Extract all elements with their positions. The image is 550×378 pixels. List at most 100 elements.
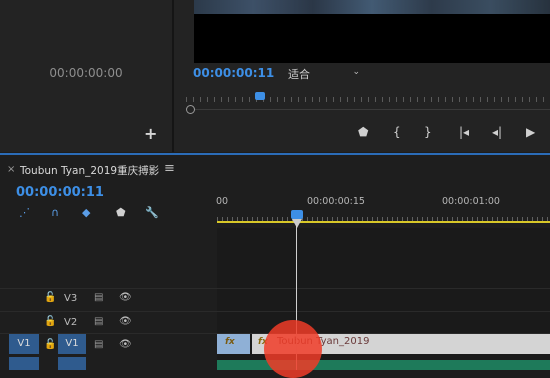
ruler-tick xyxy=(543,97,544,102)
program-playhead[interactable] xyxy=(255,92,265,100)
mark-out-icon[interactable]: } xyxy=(424,125,432,139)
ruler-tick xyxy=(186,97,187,102)
program-video-frame xyxy=(194,0,550,63)
track-name-a1[interactable] xyxy=(58,357,86,370)
wrench-icon[interactable]: 🔧 xyxy=(145,206,159,219)
lock-icon[interactable]: 🔓 xyxy=(44,316,56,327)
ruler-tick xyxy=(249,97,250,102)
ruler-tick xyxy=(473,97,474,102)
play-icon[interactable]: ▶ xyxy=(526,125,535,139)
ruler-tick xyxy=(361,97,362,102)
track-separator xyxy=(0,311,550,312)
eye-icon[interactable]: 👁 xyxy=(119,292,132,303)
ruler-tick xyxy=(410,97,411,102)
ruler-tick xyxy=(452,97,453,102)
ruler-tick xyxy=(424,97,425,102)
ruler-label: 00:00:01:00 xyxy=(442,196,500,207)
ruler-tick xyxy=(431,97,432,102)
ruler-tick xyxy=(207,97,208,102)
work-area-bar[interactable] xyxy=(217,221,550,223)
track-name-v3: V3 xyxy=(64,293,78,304)
sequence-tab-title[interactable]: Toubun Tyan_2019重庆搏影 xyxy=(20,163,159,178)
lock-icon[interactable]: 🔓 xyxy=(44,292,56,303)
ruler-tick xyxy=(242,97,243,102)
eye-icon[interactable]: 👁 xyxy=(119,316,132,327)
ruler-tick xyxy=(193,97,194,102)
sync-lock-icon[interactable]: ▤ xyxy=(94,339,103,350)
zoom-scrollbar[interactable] xyxy=(195,109,550,110)
ruler-tick xyxy=(326,97,327,102)
add-marker-icon[interactable]: ◆ xyxy=(82,206,90,219)
sync-lock-icon[interactable]: ▤ xyxy=(94,316,103,327)
ruler-tick xyxy=(347,97,348,102)
step-back-icon[interactable]: ◂| xyxy=(492,125,502,139)
fit-dropdown[interactable]: 适合 ⌄ xyxy=(288,66,362,82)
ruler-tick xyxy=(235,97,236,102)
panel-menu-icon[interactable]: ≡ xyxy=(164,161,175,176)
mark-in-icon[interactable]: { xyxy=(393,125,401,139)
ruler-tick xyxy=(529,97,530,102)
ruler-tick xyxy=(340,97,341,102)
ruler-tick xyxy=(354,97,355,102)
ruler-tick xyxy=(312,97,313,102)
close-icon[interactable]: × xyxy=(7,164,15,175)
ruler-tick xyxy=(459,97,460,102)
chevron-down-icon: ⌄ xyxy=(352,67,360,77)
source-patch-v1[interactable]: V1 xyxy=(9,334,39,354)
ruler-tick xyxy=(284,97,285,102)
source-patch-a1[interactable] xyxy=(9,357,39,370)
ruler-tick xyxy=(522,97,523,102)
ruler-tick xyxy=(396,97,397,102)
video-image-strip xyxy=(194,0,550,14)
snap-icon[interactable]: ⋰ xyxy=(19,206,30,219)
playhead-pointer xyxy=(292,219,302,228)
click-highlight xyxy=(264,320,322,378)
ruler-tick xyxy=(487,97,488,102)
ruler-tick xyxy=(214,97,215,102)
ruler-tick xyxy=(298,97,299,102)
zoom-handle[interactable] xyxy=(186,105,195,114)
timeline-timecode[interactable]: 00:00:00:11 xyxy=(16,185,104,200)
ruler-tick xyxy=(270,97,271,102)
track-name-v2: V2 xyxy=(64,317,78,328)
ruler-tick xyxy=(319,97,320,102)
ruler-tick xyxy=(389,97,390,102)
program-time-ruler[interactable] xyxy=(186,95,550,103)
ruler-tick xyxy=(417,97,418,102)
ruler-tick xyxy=(501,97,502,102)
ruler-tick xyxy=(305,97,306,102)
source-timecode: 00:00:00:00 xyxy=(49,66,123,80)
ruler-tick xyxy=(403,97,404,102)
ruler-tick xyxy=(494,97,495,102)
ruler-tick xyxy=(438,97,439,102)
ruler-tick xyxy=(445,97,446,102)
fit-dropdown-label: 适合 xyxy=(288,68,310,81)
add-button[interactable]: + xyxy=(144,124,157,143)
eye-icon[interactable]: 👁 xyxy=(119,339,132,350)
marker-icon[interactable]: ⬟ xyxy=(358,125,368,139)
ruler-tick xyxy=(277,97,278,102)
ruler-tick xyxy=(368,97,369,102)
sync-lock-icon[interactable]: ▤ xyxy=(94,292,103,303)
ruler-label: 00:00:00:15 xyxy=(307,196,365,207)
track-separator xyxy=(0,288,550,289)
ruler-tick xyxy=(291,97,292,102)
ruler-tick xyxy=(200,97,201,102)
program-timecode[interactable]: 00:00:00:11 xyxy=(193,66,274,80)
ruler-tick xyxy=(228,97,229,102)
lock-icon[interactable]: 🔓 xyxy=(44,339,56,350)
linked-selection-icon[interactable]: ∩ xyxy=(51,206,59,219)
ruler-tick xyxy=(466,97,467,102)
track-name-v1[interactable]: V1 xyxy=(58,334,86,354)
marker-icon[interactable]: ⬟ xyxy=(116,206,126,219)
ruler-tick xyxy=(221,97,222,102)
go-to-in-icon[interactable]: |◂ xyxy=(459,125,469,139)
ruler-tick xyxy=(536,97,537,102)
ruler-tick xyxy=(333,97,334,102)
timeline-playhead[interactable] xyxy=(291,210,303,219)
transition-clip[interactable]: fx xyxy=(217,334,250,354)
ruler-tick xyxy=(375,97,376,102)
ruler-tick xyxy=(480,97,481,102)
ruler-tick xyxy=(508,97,509,102)
ruler-label: 00 xyxy=(216,196,229,207)
